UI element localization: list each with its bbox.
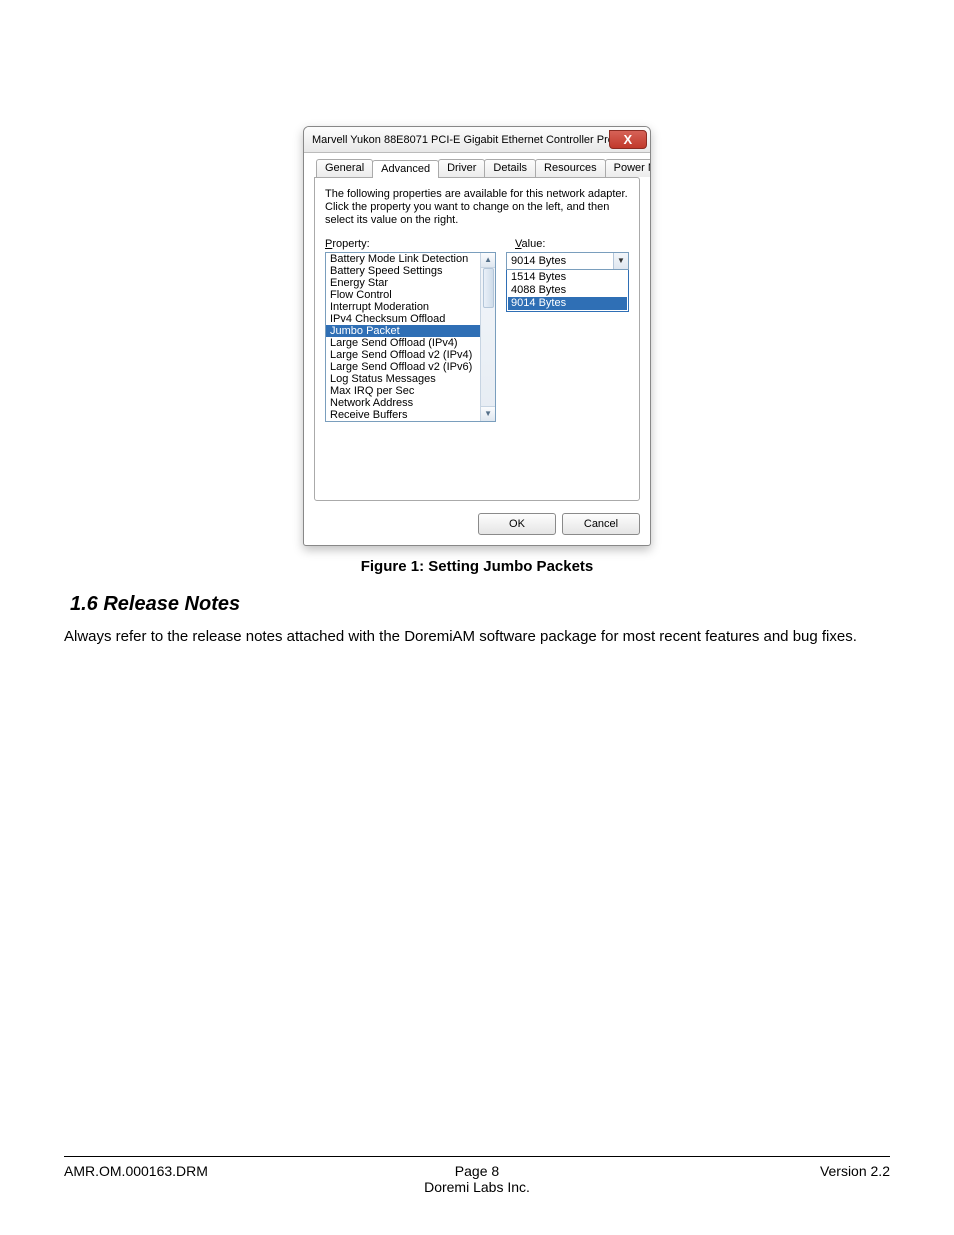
footer-right: Version 2.2 xyxy=(530,1163,890,1179)
value-column: 9014 Bytes ▼ 1514 Bytes 4088 Bytes 9014 … xyxy=(506,252,629,422)
property-item[interactable]: Log Status Messages xyxy=(326,373,480,385)
tab-resources[interactable]: Resources xyxy=(535,159,606,177)
value-option-selected[interactable]: 9014 Bytes xyxy=(508,297,627,310)
property-item[interactable]: Battery Mode Link Detection xyxy=(326,253,480,265)
scroll-up-button[interactable]: ▲ xyxy=(481,253,495,268)
field-labels-row: Property: Value: xyxy=(325,238,629,250)
value-combo[interactable]: 9014 Bytes ▼ xyxy=(506,252,629,270)
scroll-down-button[interactable]: ▼ xyxy=(481,406,495,421)
property-listbox[interactable]: Battery Mode Link Detection Battery Spee… xyxy=(325,252,496,422)
property-label: Property: xyxy=(325,238,505,250)
scroll-thumb[interactable] xyxy=(483,268,494,308)
chevron-down-icon: ▼ xyxy=(484,409,492,418)
ok-button[interactable]: OK xyxy=(478,513,556,535)
tab-driver[interactable]: Driver xyxy=(438,159,485,177)
dialog-body: General Advanced Driver Details Resource… xyxy=(304,153,650,507)
value-option[interactable]: 4088 Bytes xyxy=(508,284,627,297)
property-item[interactable]: Max IRQ per Sec xyxy=(326,385,480,397)
tab-panel-advanced: The following properties are available f… xyxy=(314,177,640,501)
property-item[interactable]: Energy Star xyxy=(326,277,480,289)
section-heading: 1.6 Release Notes xyxy=(70,593,890,616)
footer-center: Page 8 Doremi Labs Inc. xyxy=(424,1163,530,1195)
tab-advanced[interactable]: Advanced xyxy=(372,160,439,178)
property-item[interactable]: Large Send Offload (IPv4) xyxy=(326,337,480,349)
property-item[interactable]: Flow Control xyxy=(326,289,480,301)
tab-details[interactable]: Details xyxy=(484,159,536,177)
tab-power-management[interactable]: Power Management xyxy=(605,159,651,177)
property-item[interactable]: Large Send Offload v2 (IPv6) xyxy=(326,361,480,373)
close-icon: X xyxy=(623,133,632,146)
cancel-button[interactable]: Cancel xyxy=(562,513,640,535)
value-label: Value: xyxy=(515,238,545,250)
property-value-row: Battery Mode Link Detection Battery Spee… xyxy=(325,252,629,422)
value-option[interactable]: 1514 Bytes xyxy=(508,271,627,284)
advanced-description: The following properties are available f… xyxy=(325,188,629,228)
tab-general[interactable]: General xyxy=(316,159,373,177)
footer-page-number: Page 8 xyxy=(424,1163,530,1179)
dialog-button-row: OK Cancel xyxy=(304,507,650,545)
property-item[interactable]: IPv4 Checksum Offload xyxy=(326,313,480,325)
property-item[interactable]: Battery Speed Settings xyxy=(326,265,480,277)
footer-left: AMR.OM.000163.DRM xyxy=(64,1163,424,1179)
tab-strip: General Advanced Driver Details Resource… xyxy=(314,159,640,177)
value-combo-button[interactable]: ▼ xyxy=(613,253,628,269)
page-footer: AMR.OM.000163.DRM Page 8 Doremi Labs Inc… xyxy=(64,1156,890,1195)
properties-dialog: Marvell Yukon 88E8071 PCI-E Gigabit Ethe… xyxy=(303,126,651,546)
property-item[interactable]: Large Send Offload v2 (IPv4) xyxy=(326,349,480,361)
listbox-scrollbar[interactable]: ▲ ▼ xyxy=(480,253,495,421)
property-item[interactable]: Receive Buffers xyxy=(326,409,480,421)
chevron-up-icon: ▲ xyxy=(484,255,492,264)
value-combo-dropdown[interactable]: 1514 Bytes 4088 Bytes 9014 Bytes xyxy=(506,270,629,312)
body-paragraph: Always refer to the release notes attach… xyxy=(64,622,890,652)
page-content: Marvell Yukon 88E8071 PCI-E Gigabit Ethe… xyxy=(64,56,890,1156)
footer-company: Doremi Labs Inc. xyxy=(424,1179,530,1195)
value-combo-text: 9014 Bytes xyxy=(507,253,613,269)
property-item[interactable]: Network Address xyxy=(326,397,480,409)
footer-rule xyxy=(64,1156,890,1157)
dialog-titlebar[interactable]: Marvell Yukon 88E8071 PCI-E Gigabit Ethe… xyxy=(304,127,650,153)
dialog-close-button[interactable]: X xyxy=(609,130,647,149)
dialog-title: Marvell Yukon 88E8071 PCI-E Gigabit Ethe… xyxy=(312,134,609,146)
figure-caption: Figure 1: Setting Jumbo Packets xyxy=(64,558,890,575)
property-item-selected[interactable]: Jumbo Packet xyxy=(326,325,480,337)
dialog-container: Marvell Yukon 88E8071 PCI-E Gigabit Ethe… xyxy=(303,126,651,546)
document-page: Marvell Yukon 88E8071 PCI-E Gigabit Ethe… xyxy=(0,0,954,1235)
chevron-down-icon: ▼ xyxy=(617,256,625,265)
property-item[interactable]: Interrupt Moderation xyxy=(326,301,480,313)
